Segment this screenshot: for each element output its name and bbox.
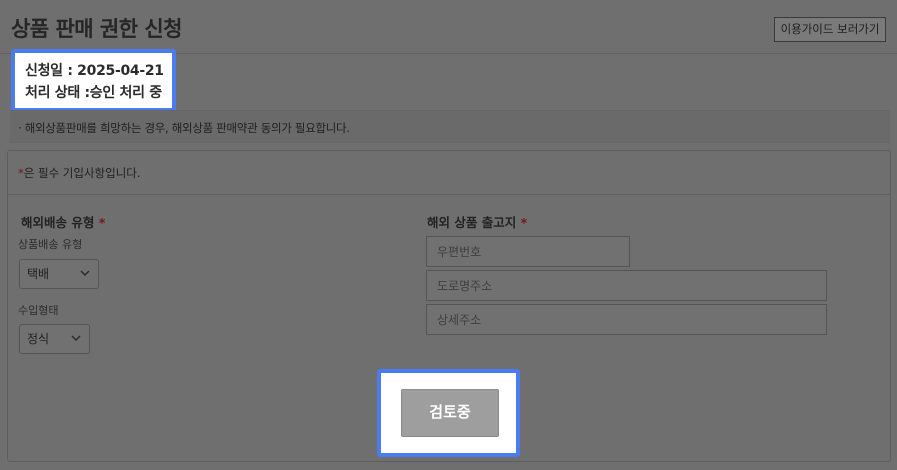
required-notice-text: 은 필수 기입사항입니다. — [23, 166, 141, 180]
import-type-select[interactable]: 정식 — [19, 324, 90, 354]
postcode-input[interactable] — [426, 236, 630, 267]
import-type-value: 정식 — [27, 332, 50, 346]
import-type-label: 수입형태 — [18, 304, 59, 317]
apply-date: 신청일 : 2025-04-21 — [25, 63, 164, 79]
usage-guide-button[interactable]: 이용가이드 보러가기 — [774, 17, 886, 42]
detail-address-input[interactable] — [426, 304, 827, 335]
review-button-highlight: 검토중 — [377, 369, 520, 457]
review-in-progress-button[interactable]: 검토중 — [401, 389, 499, 437]
required-notice: *은 필수 기입사항입니다. — [18, 165, 141, 181]
shipping-type-section-title: 해외배송 유형 * — [21, 212, 105, 231]
application-status-box: 신청일 : 2025-04-21 처리 상태 :승인 처리 중 — [11, 49, 176, 112]
warehouse-section-title: 해외 상품 출고지 * — [427, 212, 527, 231]
chevron-down-icon — [71, 335, 81, 341]
notice-text: · 해외상품판매를 희망하는 경우, 해외상품 판매약관 동의가 필요합니다. — [18, 121, 350, 135]
product-shipping-type-value: 택배 — [27, 267, 50, 281]
product-shipping-type-label: 상품배송 유형 — [18, 238, 83, 251]
shipping-type-title-text: 해외배송 유형 — [21, 215, 95, 230]
divider — [8, 194, 890, 195]
product-shipping-type-select[interactable]: 택배 — [19, 259, 99, 289]
chevron-down-icon — [80, 270, 90, 276]
notice-bar: · 해외상품판매를 희망하는 경우, 해외상품 판매약관 동의가 필요합니다. — [10, 110, 890, 143]
required-star: * — [520, 215, 528, 230]
process-status: 처리 상태 :승인 처리 중 — [25, 85, 162, 101]
page-title: 상품 판매 권한 신청 — [11, 17, 183, 41]
road-address-input[interactable] — [426, 270, 827, 301]
required-star: * — [98, 215, 106, 230]
warehouse-title-text: 해외 상품 출고지 — [427, 215, 517, 230]
page-header: 상품 판매 권한 신청 이용가이드 보러가기 — [0, 0, 897, 54]
